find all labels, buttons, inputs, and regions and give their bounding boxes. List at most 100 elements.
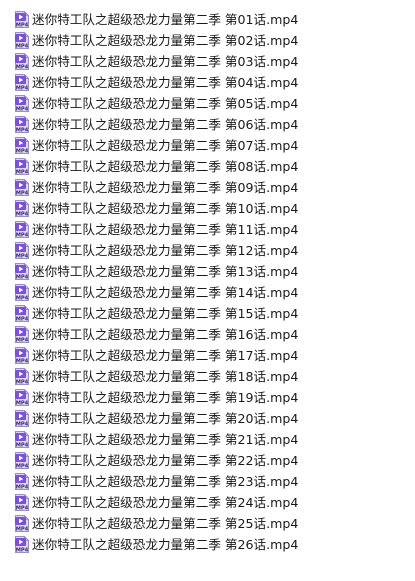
file-item[interactable]: MP4 迷你特工队之超级恐龙力量第二季 第10话.mp4 (14, 198, 409, 219)
mp4-video-file-icon: MP4 (15, 158, 29, 175)
mp4-video-file-icon: MP4 (15, 116, 29, 133)
mp4-icon-label: MP4 (16, 85, 29, 91)
file-name: 迷你特工队之超级恐龙力量第二季 第06话.mp4 (32, 117, 299, 132)
file-name: 迷你特工队之超级恐龙力量第二季 第26话.mp4 (32, 537, 299, 552)
mp4-video-file-icon: MP4 (15, 200, 29, 217)
file-item[interactable]: MP4 迷你特工队之超级恐龙力量第二季 第11话.mp4 (14, 219, 409, 240)
file-name: 迷你特工队之超级恐龙力量第二季 第01话.mp4 (32, 12, 299, 27)
mp4-icon-label: MP4 (16, 148, 29, 154)
mp4-video-file-icon: MP4 (15, 179, 29, 196)
mp4-icon-label: MP4 (16, 169, 29, 175)
file-item[interactable]: MP4 迷你特工队之超级恐龙力量第二季 第22话.mp4 (14, 450, 409, 471)
mp4-icon-label: MP4 (16, 274, 29, 280)
file-item[interactable]: MP4 迷你特工队之超级恐龙力量第二季 第17话.mp4 (14, 345, 409, 366)
file-name: 迷你特工队之超级恐龙力量第二季 第23话.mp4 (32, 474, 299, 489)
file-item[interactable]: MP4 迷你特工队之超级恐龙力量第二季 第12话.mp4 (14, 240, 409, 261)
file-item[interactable]: MP4 迷你特工队之超级恐龙力量第二季 第15话.mp4 (14, 303, 409, 324)
file-item[interactable]: MP4 迷你特工队之超级恐龙力量第二季 第06话.mp4 (14, 114, 409, 135)
mp4-video-file-icon: MP4 (15, 389, 29, 406)
file-item[interactable]: MP4 迷你特工队之超级恐龙力量第二季 第05话.mp4 (14, 93, 409, 114)
file-name: 迷你特工队之超级恐龙力量第二季 第07话.mp4 (32, 138, 299, 153)
mp4-video-file-icon: MP4 (15, 263, 29, 280)
file-name: 迷你特工队之超级恐龙力量第二季 第19话.mp4 (32, 390, 299, 405)
file-name: 迷你特工队之超级恐龙力量第二季 第22话.mp4 (32, 453, 299, 468)
file-item[interactable]: MP4 迷你特工队之超级恐龙力量第二季 第08话.mp4 (14, 156, 409, 177)
file-item[interactable]: MP4 迷你特工队之超级恐龙力量第二季 第26话.mp4 (14, 534, 409, 555)
file-name: 迷你特工队之超级恐龙力量第二季 第12话.mp4 (32, 243, 299, 258)
mp4-icon-label: MP4 (16, 43, 29, 49)
mp4-icon-label: MP4 (16, 316, 29, 322)
mp4-video-file-icon: MP4 (15, 32, 29, 49)
file-name: 迷你特工队之超级恐龙力量第二季 第17话.mp4 (32, 348, 299, 363)
mp4-video-file-icon: MP4 (15, 74, 29, 91)
file-name: 迷你特工队之超级恐龙力量第二季 第14话.mp4 (32, 285, 299, 300)
mp4-icon-label: MP4 (16, 526, 29, 532)
file-name: 迷你特工队之超级恐龙力量第二季 第25话.mp4 (32, 516, 299, 531)
file-name: 迷你特工队之超级恐龙力量第二季 第04话.mp4 (32, 75, 299, 90)
file-name: 迷你特工队之超级恐龙力量第二季 第18话.mp4 (32, 369, 299, 384)
mp4-icon-label: MP4 (16, 232, 29, 238)
file-name: 迷你特工队之超级恐龙力量第二季 第02话.mp4 (32, 33, 299, 48)
mp4-video-file-icon: MP4 (15, 326, 29, 343)
file-name: 迷你特工队之超级恐龙力量第二季 第20话.mp4 (32, 411, 299, 426)
mp4-icon-label: MP4 (16, 22, 29, 28)
file-name: 迷你特工队之超级恐龙力量第二季 第03话.mp4 (32, 54, 299, 69)
file-item[interactable]: MP4 迷你特工队之超级恐龙力量第二季 第19话.mp4 (14, 387, 409, 408)
mp4-icon-label: MP4 (16, 190, 29, 196)
file-item[interactable]: MP4 迷你特工队之超级恐龙力量第二季 第03话.mp4 (14, 51, 409, 72)
mp4-icon-label: MP4 (16, 64, 29, 70)
file-list: MP4 迷你特工队之超级恐龙力量第二季 第01话.mp4 MP4 迷你特工队之超… (14, 9, 409, 555)
file-item[interactable]: MP4 迷你特工队之超级恐龙力量第二季 第24话.mp4 (14, 492, 409, 513)
mp4-icon-label: MP4 (16, 505, 29, 511)
mp4-icon-label: MP4 (16, 295, 29, 301)
mp4-video-file-icon: MP4 (15, 515, 29, 532)
mp4-icon-label: MP4 (16, 547, 29, 553)
file-name: 迷你特工队之超级恐龙力量第二季 第15话.mp4 (32, 306, 299, 321)
mp4-video-file-icon: MP4 (15, 452, 29, 469)
file-item[interactable]: MP4 迷你特工队之超级恐龙力量第二季 第09话.mp4 (14, 177, 409, 198)
file-item[interactable]: MP4 迷你特工队之超级恐龙力量第二季 第25话.mp4 (14, 513, 409, 534)
file-name: 迷你特工队之超级恐龙力量第二季 第11话.mp4 (32, 222, 299, 237)
file-item[interactable]: MP4 迷你特工队之超级恐龙力量第二季 第14话.mp4 (14, 282, 409, 303)
mp4-icon-label: MP4 (16, 421, 29, 427)
mp4-icon-label: MP4 (16, 442, 29, 448)
mp4-video-file-icon: MP4 (15, 11, 29, 28)
mp4-video-file-icon: MP4 (15, 242, 29, 259)
mp4-icon-label: MP4 (16, 484, 29, 490)
mp4-icon-label: MP4 (16, 106, 29, 112)
mp4-icon-label: MP4 (16, 400, 29, 406)
mp4-video-file-icon: MP4 (15, 284, 29, 301)
file-item[interactable]: MP4 迷你特工队之超级恐龙力量第二季 第07话.mp4 (14, 135, 409, 156)
mp4-video-file-icon: MP4 (15, 221, 29, 238)
file-item[interactable]: MP4 迷你特工队之超级恐龙力量第二季 第18话.mp4 (14, 366, 409, 387)
file-name: 迷你特工队之超级恐龙力量第二季 第13话.mp4 (32, 264, 299, 279)
mp4-video-file-icon: MP4 (15, 95, 29, 112)
file-item[interactable]: MP4 迷你特工队之超级恐龙力量第二季 第20话.mp4 (14, 408, 409, 429)
file-name: 迷你特工队之超级恐龙力量第二季 第08话.mp4 (32, 159, 299, 174)
file-item[interactable]: MP4 迷你特工队之超级恐龙力量第二季 第13话.mp4 (14, 261, 409, 282)
file-name: 迷你特工队之超级恐龙力量第二季 第10话.mp4 (32, 201, 299, 216)
mp4-icon-label: MP4 (16, 211, 29, 217)
mp4-icon-label: MP4 (16, 358, 29, 364)
file-item[interactable]: MP4 迷你特工队之超级恐龙力量第二季 第04话.mp4 (14, 72, 409, 93)
mp4-video-file-icon: MP4 (15, 536, 29, 553)
mp4-icon-label: MP4 (16, 463, 29, 469)
mp4-video-file-icon: MP4 (15, 305, 29, 322)
file-name: 迷你特工队之超级恐龙力量第二季 第21话.mp4 (32, 432, 299, 447)
file-name: 迷你特工队之超级恐龙力量第二季 第09话.mp4 (32, 180, 299, 195)
file-item[interactable]: MP4 迷你特工队之超级恐龙力量第二季 第02话.mp4 (14, 30, 409, 51)
mp4-icon-label: MP4 (16, 379, 29, 385)
file-name: 迷你特工队之超级恐龙力量第二季 第24话.mp4 (32, 495, 299, 510)
file-item[interactable]: MP4 迷你特工队之超级恐龙力量第二季 第21话.mp4 (14, 429, 409, 450)
mp4-video-file-icon: MP4 (15, 347, 29, 364)
mp4-icon-label: MP4 (16, 337, 29, 343)
file-item[interactable]: MP4 迷你特工队之超级恐龙力量第二季 第16话.mp4 (14, 324, 409, 345)
file-item[interactable]: MP4 迷你特工队之超级恐龙力量第二季 第23话.mp4 (14, 471, 409, 492)
mp4-video-file-icon: MP4 (15, 137, 29, 154)
file-item[interactable]: MP4 迷你特工队之超级恐龙力量第二季 第01话.mp4 (14, 9, 409, 30)
file-name: 迷你特工队之超级恐龙力量第二季 第16话.mp4 (32, 327, 299, 342)
mp4-video-file-icon: MP4 (15, 473, 29, 490)
mp4-video-file-icon: MP4 (15, 410, 29, 427)
mp4-icon-label: MP4 (16, 253, 29, 259)
mp4-icon-label: MP4 (16, 127, 29, 133)
